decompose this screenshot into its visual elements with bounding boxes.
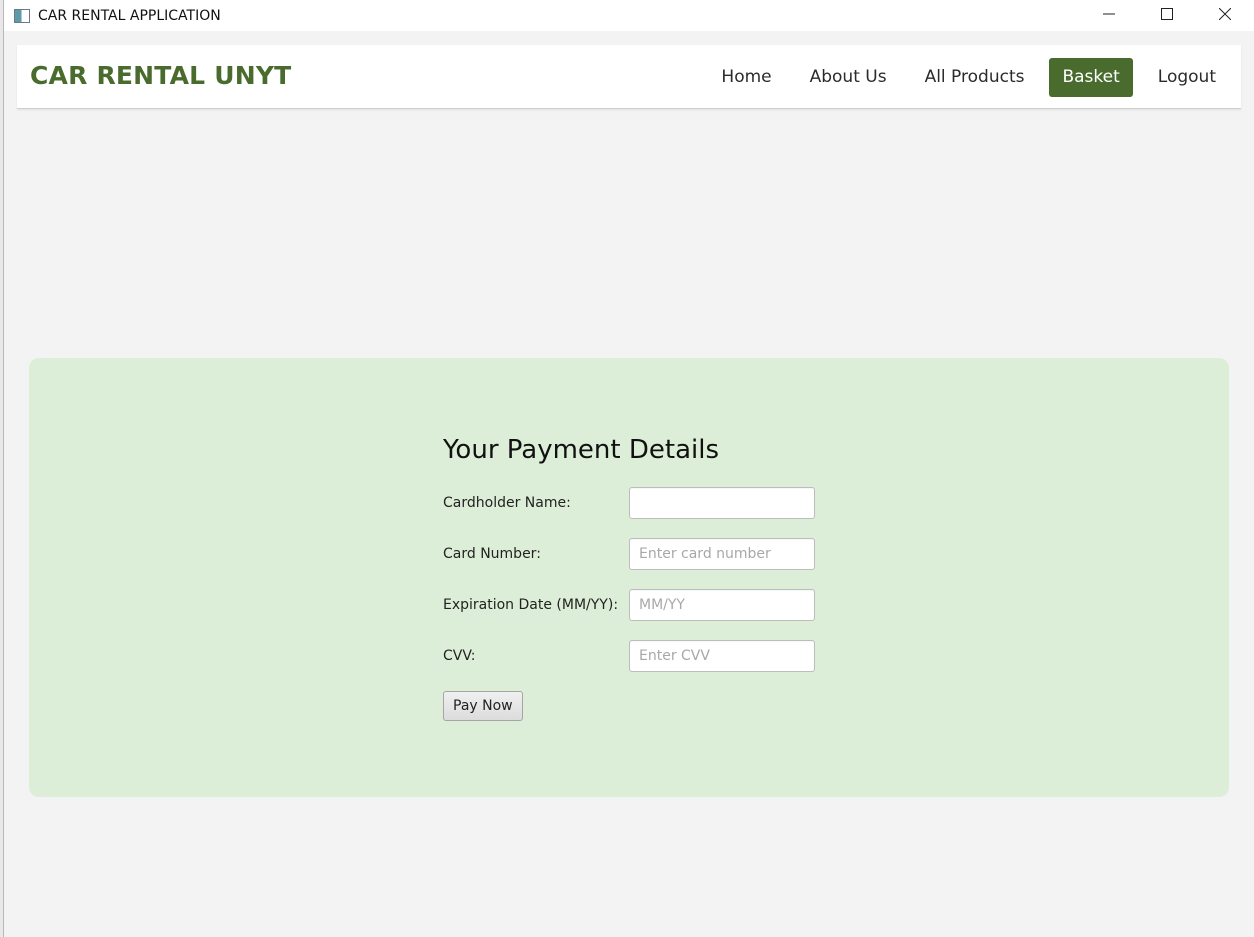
cvv-input[interactable] (629, 640, 815, 672)
app-window: CAR RENTAL APPLICATION CAR RENTAL UNYT H… (0, 0, 1254, 937)
title-bar: CAR RENTAL APPLICATION (4, 0, 1254, 31)
brand-logo[interactable]: CAR RENTAL UNYT (30, 61, 291, 90)
cardholder-name-input[interactable] (629, 487, 815, 519)
maximize-button[interactable] (1138, 0, 1196, 28)
expiration-date-label: Expiration Date (MM/YY): (443, 597, 619, 613)
nav-home[interactable]: Home (708, 58, 784, 97)
form-title: Your Payment Details (443, 435, 719, 465)
window-title: CAR RENTAL APPLICATION (38, 7, 221, 24)
pay-now-button[interactable]: Pay Now (443, 691, 523, 721)
payment-panel: Your Payment Details Cardholder Name: Ca… (29, 358, 1229, 797)
cardholder-name-label: Cardholder Name: (443, 495, 571, 511)
minimize-icon (1103, 13, 1115, 15)
maximize-icon (1161, 8, 1173, 20)
nav-links: Home About Us All Products Basket Logout (696, 58, 1229, 97)
desktop-background (0, 0, 4, 937)
window-controls (1080, 0, 1254, 31)
minimize-button[interactable] (1080, 0, 1138, 28)
cvv-label: CVV: (443, 648, 476, 664)
card-number-row: Card Number: (443, 538, 863, 589)
nav-about-us[interactable]: About Us (797, 58, 900, 97)
close-icon (1219, 8, 1231, 20)
nav-all-products[interactable]: All Products (912, 58, 1038, 97)
app-icon (14, 8, 30, 23)
close-button[interactable] (1196, 0, 1254, 28)
navbar: CAR RENTAL UNYT Home About Us All Produc… (17, 45, 1241, 109)
card-number-label: Card Number: (443, 546, 541, 562)
card-number-input[interactable] (629, 538, 815, 570)
payment-form: Your Payment Details Cardholder Name: Ca… (443, 433, 863, 721)
nav-logout[interactable]: Logout (1145, 58, 1229, 97)
nav-basket[interactable]: Basket (1049, 58, 1133, 97)
expiration-date-row: Expiration Date (MM/YY): (443, 589, 863, 640)
cvv-row: CVV: (443, 640, 863, 691)
cardholder-name-row: Cardholder Name: (443, 487, 863, 538)
expiration-date-input[interactable] (629, 589, 815, 621)
